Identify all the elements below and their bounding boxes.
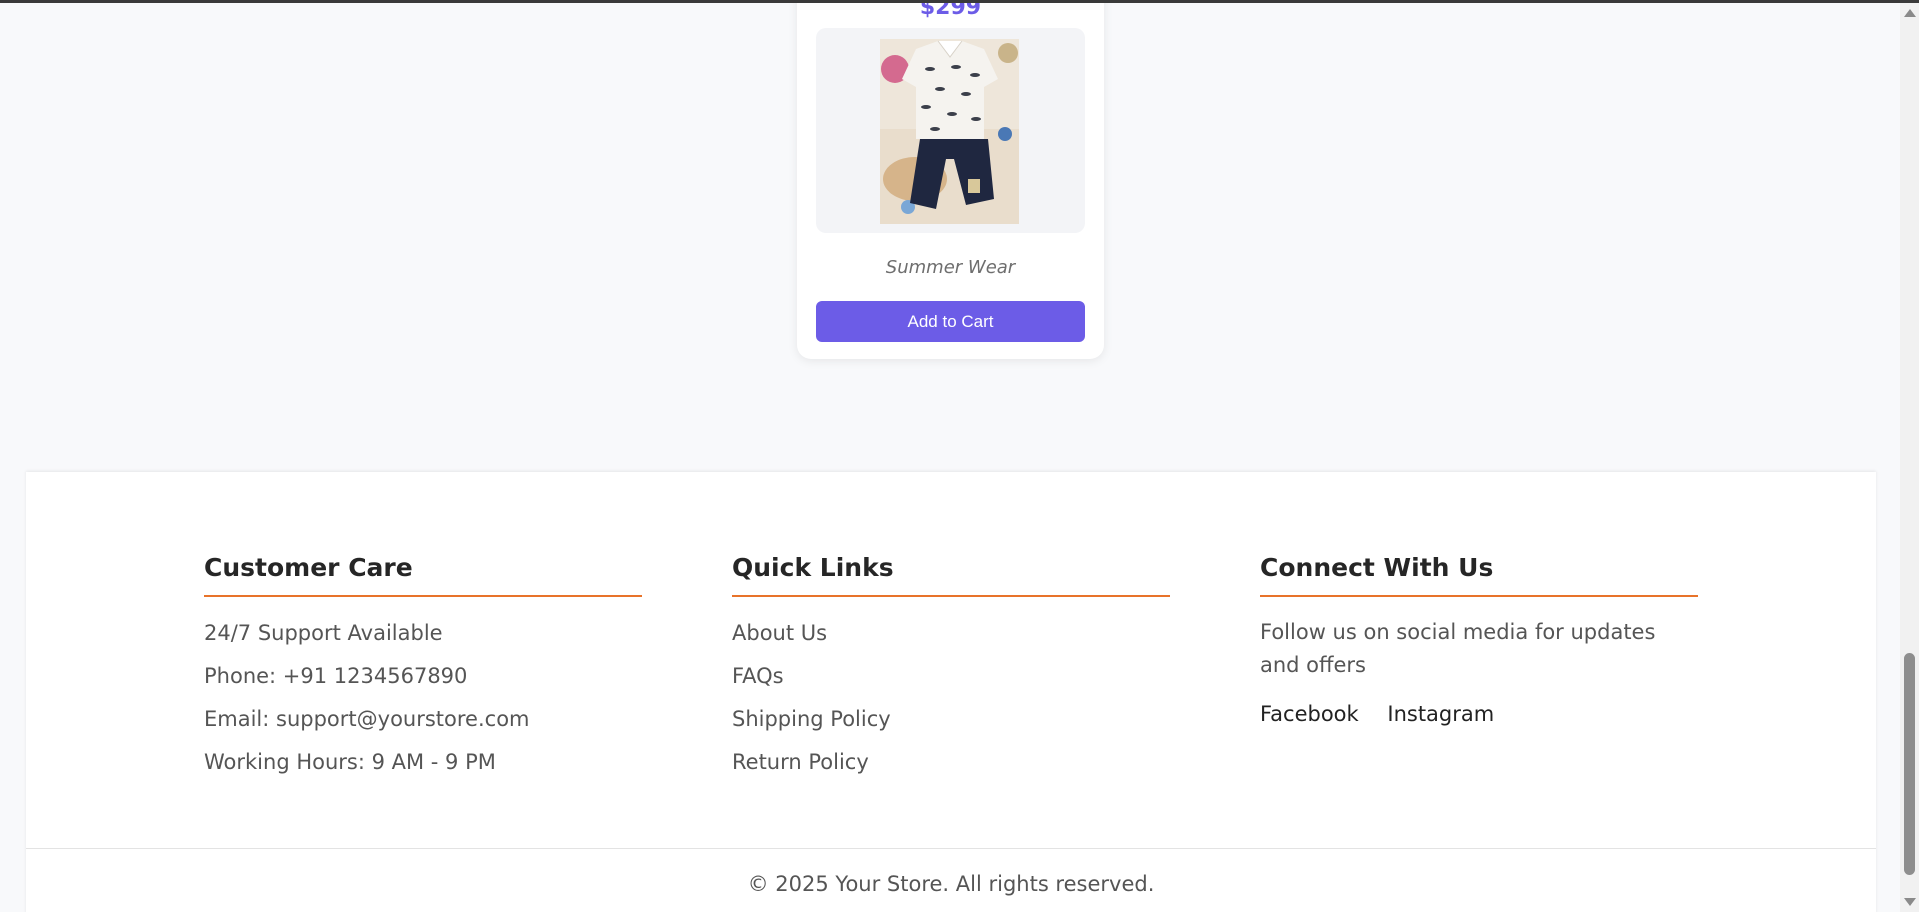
customer-care-list: 24/7 Support Available Phone: +91 123456… — [204, 612, 642, 784]
scrollbar-thumb[interactable] — [1904, 653, 1915, 875]
social-links: Facebook Instagram — [1260, 702, 1698, 726]
product-card: $299 Summer Wear Add to Cart — [797, 3, 1104, 359]
shipping-policy-link[interactable]: Shipping Policy — [732, 707, 891, 731]
product-image[interactable] — [880, 39, 1019, 224]
faqs-link[interactable]: FAQs — [732, 664, 784, 688]
list-item: About Us — [732, 612, 1170, 655]
connect-column: Connect With Us Follow us on social medi… — [1260, 553, 1698, 726]
list-item: Return Policy — [732, 741, 1170, 784]
connect-heading: Connect With Us — [1260, 553, 1698, 597]
quick-links-column: Quick Links About Us FAQs Shipping Polic… — [732, 553, 1170, 784]
instagram-link[interactable]: Instagram — [1387, 702, 1494, 726]
quick-links-list: About Us FAQs Shipping Policy Return Pol… — [732, 612, 1170, 784]
list-item: Shipping Policy — [732, 698, 1170, 741]
facebook-link[interactable]: Facebook — [1260, 702, 1359, 726]
add-to-cart-button[interactable]: Add to Cart — [816, 301, 1085, 342]
follow-text: Follow us on social media for updates an… — [1260, 620, 1656, 677]
list-item: FAQs — [732, 655, 1170, 698]
customer-care-column: Customer Care 24/7 Support Available Pho… — [204, 553, 642, 784]
scroll-down-arrow-icon[interactable] — [1904, 898, 1916, 906]
page-content: $299 Summer Wear Add to Cart Customer Ca… — [0, 3, 1900, 912]
support-email: Email: support@yourstore.com — [204, 707, 530, 731]
product-image-container — [816, 28, 1085, 233]
copyright-text: © 2025 Your Store. All rights reserved. — [747, 872, 1155, 896]
customer-care-heading: Customer Care — [204, 553, 642, 597]
vertical-scrollbar[interactable] — [1900, 3, 1919, 912]
site-footer: Customer Care 24/7 Support Available Pho… — [26, 472, 1876, 912]
footer-divider — [26, 848, 1876, 849]
product-name: Summer Wear — [885, 257, 1016, 278]
about-us-link[interactable]: About Us — [732, 621, 827, 645]
return-policy-link[interactable]: Return Policy — [732, 750, 869, 774]
scroll-up-arrow-icon[interactable] — [1904, 9, 1916, 17]
support-phone: Phone: +91 1234567890 — [204, 664, 468, 688]
product-price: $299 — [919, 3, 982, 20]
support-availability: 24/7 Support Available — [204, 621, 443, 645]
working-hours: Working Hours: 9 AM - 9 PM — [204, 750, 496, 774]
quick-links-heading: Quick Links — [732, 553, 1170, 597]
